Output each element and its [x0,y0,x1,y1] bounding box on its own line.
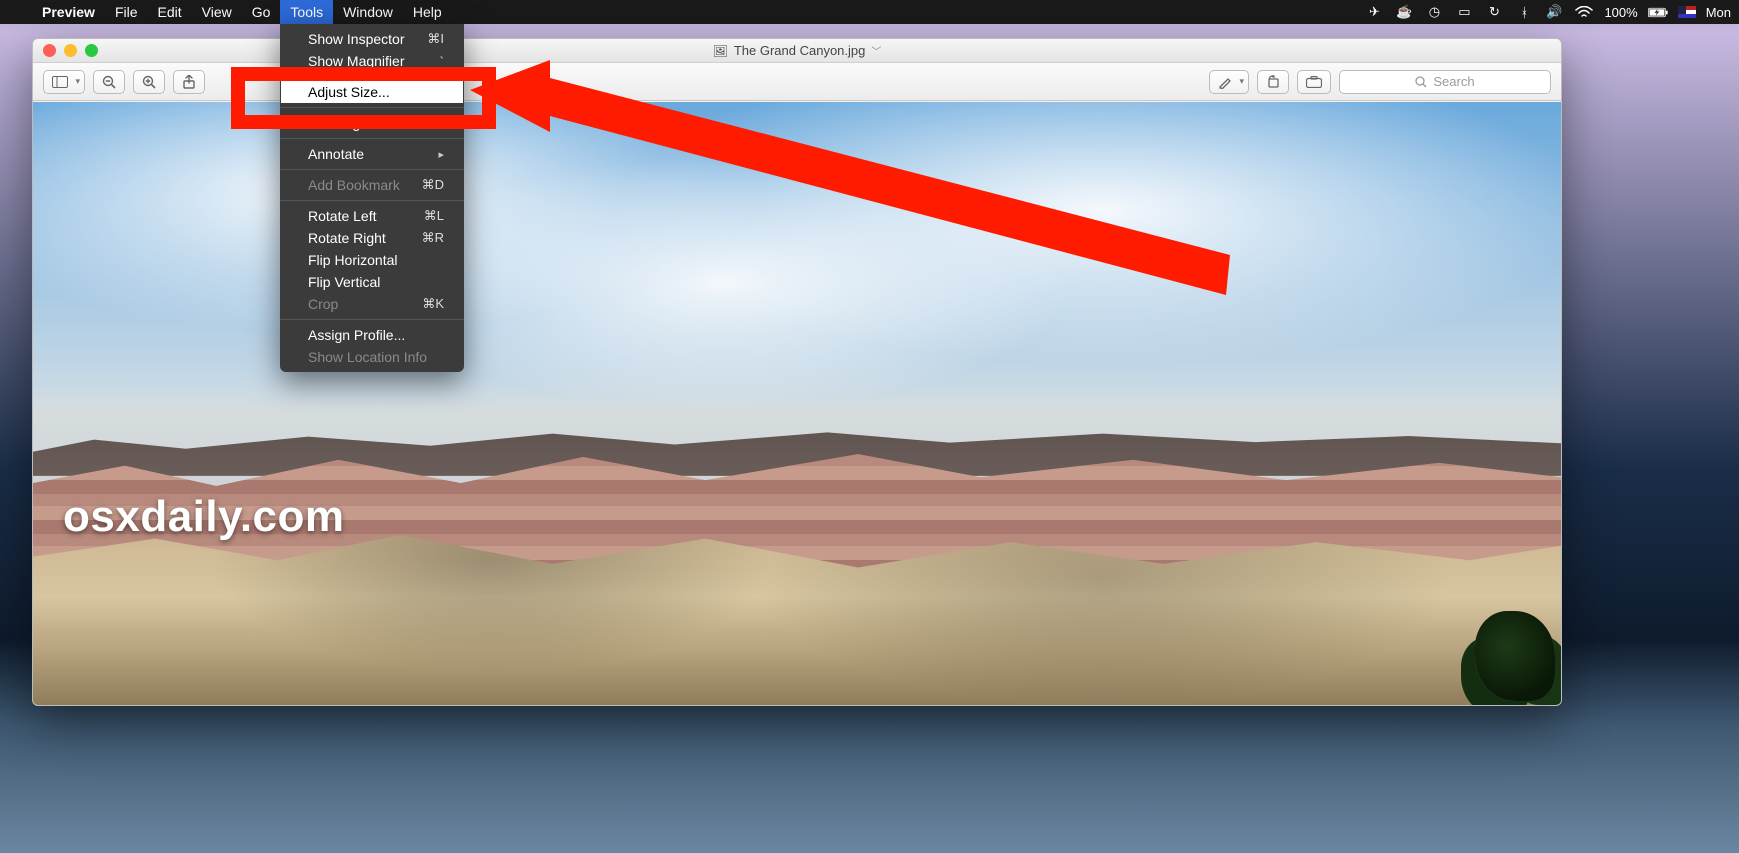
preview-window: 🖼 The Grand Canyon.jpg ﹀ Search [32,38,1562,706]
zoom-out-button[interactable] [93,70,125,94]
search-input[interactable]: Search [1339,70,1551,94]
input-flag-icon[interactable] [1678,6,1696,18]
battery-percent: 100% [1604,5,1637,20]
menu-help[interactable]: Help [403,0,452,24]
menu-item-flip-vertical[interactable]: Flip Vertical [280,271,464,293]
menu-separator [280,200,464,201]
menu-file[interactable]: File [105,0,148,24]
close-button[interactable] [43,44,56,57]
image-viewport[interactable]: osxdaily.com [33,102,1561,705]
menu-item-label: Assign Profile... [308,327,405,343]
image-bush [1475,611,1555,701]
menu-item-rotate-right[interactable]: Rotate Right ⌘R [280,227,464,249]
menu-item-annotate[interactable]: Annotate [280,143,464,165]
menu-item-shortcut: ⌘D [422,177,444,193]
menu-item-flip-horizontal[interactable]: Flip Horizontal [280,249,464,271]
menu-item-shortcut: ⌘I [427,31,444,47]
menu-view[interactable]: View [192,0,242,24]
menu-item-label: Rotate Left [308,208,377,224]
menu-item-show-inspector[interactable]: Show Inspector ⌘I [280,28,464,50]
bluetooth-icon[interactable]: ᚼ [1514,5,1534,20]
volume-icon[interactable]: 🔊 [1544,4,1564,20]
menu-item-shortcut: ⌘K [422,296,444,312]
window-title: The Grand Canyon.jpg [734,43,866,58]
display-icon[interactable]: ▭ [1454,4,1474,20]
timemachine-icon[interactable]: ◷ [1424,4,1444,20]
menu-item-show-location-info: Show Location Info [280,346,464,368]
search-icon [1415,76,1427,88]
battery-icon[interactable] [1648,6,1668,19]
menu-item-label: Crop [308,296,338,312]
menu-window[interactable]: Window [333,0,403,24]
menu-item-shortcut: ⌘L [424,208,444,224]
window-traffic-lights [43,44,98,57]
clock-icon[interactable]: ↻ [1484,4,1504,20]
title-chevron-icon[interactable]: ﹀ [871,43,881,58]
rotate-button[interactable] [1257,70,1289,94]
menu-separator [280,169,464,170]
edit-toolbar-button[interactable] [1297,70,1331,94]
window-titlebar[interactable]: 🖼 The Grand Canyon.jpg ﹀ [33,39,1561,63]
coffee-icon[interactable]: ☕ [1394,4,1414,20]
watermark-text: osxdaily.com [63,492,345,542]
menu-item-label: Annotate [308,146,364,162]
menu-item-shortcut: ⌘R [422,230,444,246]
menu-go[interactable]: Go [242,0,281,24]
app-menu[interactable]: Preview [32,0,105,24]
menu-edit[interactable]: Edit [148,0,192,24]
document-icon: 🖼 [713,44,728,58]
clock-day[interactable]: Mon [1706,5,1731,20]
wifi-icon[interactable] [1574,6,1594,18]
search-placeholder: Search [1433,74,1474,89]
maximize-button[interactable] [85,44,98,57]
airdrop-icon[interactable]: ✈ [1364,4,1384,20]
menu-item-rotate-left[interactable]: Rotate Left ⌘L [280,205,464,227]
annotation-highlight-box [231,67,496,129]
menu-item-label: Add Bookmark [308,177,400,193]
menu-item-crop: Crop ⌘K [280,293,464,315]
menu-item-label: Rotate Right [308,230,386,246]
zoom-in-button[interactable] [133,70,165,94]
macos-menubar: Preview File Edit View Go Tools Window H… [0,0,1739,24]
sidebar-toggle-button[interactable] [43,70,85,94]
markup-button[interactable] [1209,70,1249,94]
menu-item-assign-profile[interactable]: Assign Profile... [280,324,464,346]
menu-tools[interactable]: Tools [280,0,333,24]
share-button[interactable] [173,70,205,94]
menu-item-label: Show Inspector [308,31,405,47]
apple-menu[interactable] [0,0,32,24]
menu-separator [280,319,464,320]
minimize-button[interactable] [64,44,77,57]
menu-item-label: Flip Vertical [308,274,380,290]
menu-item-label: Show Location Info [308,349,427,365]
menu-item-add-bookmark: Add Bookmark ⌘D [280,174,464,196]
menu-item-label: Flip Horizontal [308,252,397,268]
menu-separator [280,138,464,139]
